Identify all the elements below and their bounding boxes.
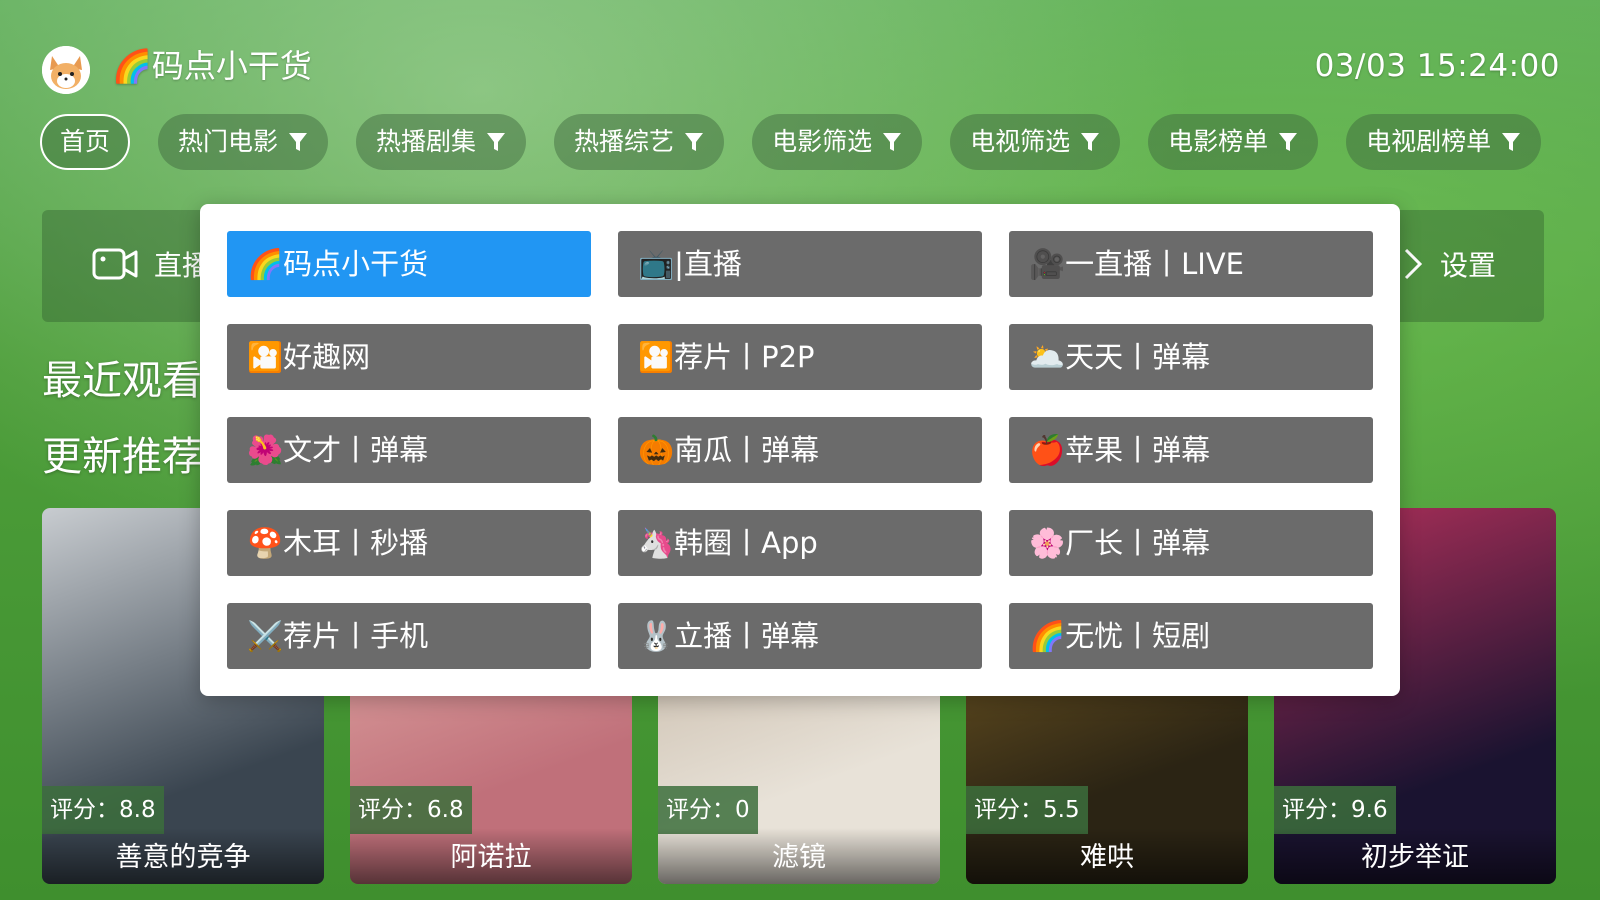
poster-title: 滤镜 (658, 828, 940, 884)
tab-label: 首页 (60, 127, 111, 156)
tab-4[interactable]: 电影筛选 (752, 114, 923, 170)
tab-label: 电影榜单 (1168, 127, 1269, 156)
poster-rating: 评分：0 (658, 786, 758, 834)
source-option[interactable]: 🐰立播丨弹幕 (618, 603, 982, 669)
tab-label: 热门电影 (178, 127, 279, 156)
recent-section-title: 最近观看 (42, 358, 202, 404)
tab-2[interactable]: 热播剧集 (356, 114, 527, 170)
source-option[interactable]: 🌈码点小干货 (227, 231, 591, 297)
cat-avatar-icon (42, 46, 90, 94)
filter-icon (1279, 133, 1298, 151)
poster-rating: 评分：9.6 (1274, 786, 1396, 834)
filter-icon (1502, 133, 1521, 151)
source-option[interactable]: 🌈无忧丨短剧 (1009, 603, 1373, 669)
header: 🌈码点小干货 03/03 15:24:00 (0, 0, 1600, 110)
live-shortcut[interactable]: 直播 (92, 244, 210, 284)
tab-label: 热播剧集 (376, 127, 477, 156)
source-option[interactable]: 🎥一直播丨LIVE (1009, 231, 1373, 297)
tab-7[interactable]: 电视剧榜单 (1346, 114, 1542, 170)
app-title: 🌈码点小干货 (112, 47, 312, 85)
source-option[interactable]: 🌸厂长丨弹幕 (1009, 510, 1373, 576)
source-picker-dialog: 🌈码点小干货 📺|直播 🎥一直播丨LIVE 🎦好趣网 🎦荐片丨P2P 🌥️天天丨弹幕 🌺文才… (200, 204, 1400, 696)
source-grid: 🌈码点小干货 📺|直播 🎥一直播丨LIVE 🎦好趣网 🎦荐片丨P2P 🌥️天天丨弹幕 🌺文才… (227, 231, 1373, 669)
filter-icon (289, 133, 308, 151)
settings-shortcut-label: 设置 (1439, 249, 1496, 282)
poster-rating: 评分：8.8 (42, 786, 164, 834)
tab-5[interactable]: 电视筛选 (950, 114, 1121, 170)
tab-label: 电视剧榜单 (1366, 127, 1492, 156)
recommend-section-title: 更新推荐 (42, 434, 202, 480)
tab-label: 热播综艺 (574, 127, 675, 156)
nav-tabs: 首页 热门电影 热播剧集 热播综艺 电影筛选 电视筛选 电影榜单 电视剧榜单 (40, 114, 1542, 170)
poster-rating: 评分：6.8 (350, 786, 472, 834)
settings-shortcut[interactable]: 设置 (1398, 244, 1496, 284)
source-option[interactable]: 🌥️天天丨弹幕 (1009, 324, 1373, 390)
filter-icon (1081, 133, 1100, 151)
source-option[interactable]: 🎦好趣网 (227, 324, 591, 390)
source-option[interactable]: 🦄韩圈丨App (618, 510, 982, 576)
tab-3[interactable]: 热播综艺 (554, 114, 725, 170)
poster-title: 阿诺拉 (350, 828, 632, 884)
video-camera-icon (92, 248, 138, 280)
poster-title: 善意的竞争 (42, 828, 324, 884)
poster-title: 初步举证 (1274, 828, 1556, 884)
clock: 03/03 15:24:00 (1314, 48, 1560, 84)
avatar[interactable] (42, 46, 90, 94)
poster-title: 难哄 (966, 828, 1248, 884)
source-option[interactable]: 🎃南瓜丨弹幕 (618, 417, 982, 483)
source-option[interactable]: 🎦荐片丨P2P (618, 324, 982, 390)
poster-rating: 评分：5.5 (966, 786, 1088, 834)
filter-icon (883, 133, 902, 151)
filter-icon (487, 133, 506, 151)
source-option[interactable]: 🌺文才丨弹幕 (227, 417, 591, 483)
tab-0[interactable]: 首页 (40, 114, 131, 170)
settings-icon (1404, 248, 1423, 280)
source-option[interactable]: 🍎苹果丨弹幕 (1009, 417, 1373, 483)
source-option[interactable]: 📺|直播 (618, 231, 982, 297)
tab-label: 电影筛选 (772, 127, 873, 156)
tab-1[interactable]: 热门电影 (158, 114, 329, 170)
source-option[interactable]: 🍄木耳丨秒播 (227, 510, 591, 576)
tab-6[interactable]: 电影榜单 (1148, 114, 1319, 170)
source-option[interactable]: ⚔️荐片丨手机 (227, 603, 591, 669)
filter-icon (685, 133, 704, 151)
tab-label: 电视筛选 (970, 127, 1071, 156)
